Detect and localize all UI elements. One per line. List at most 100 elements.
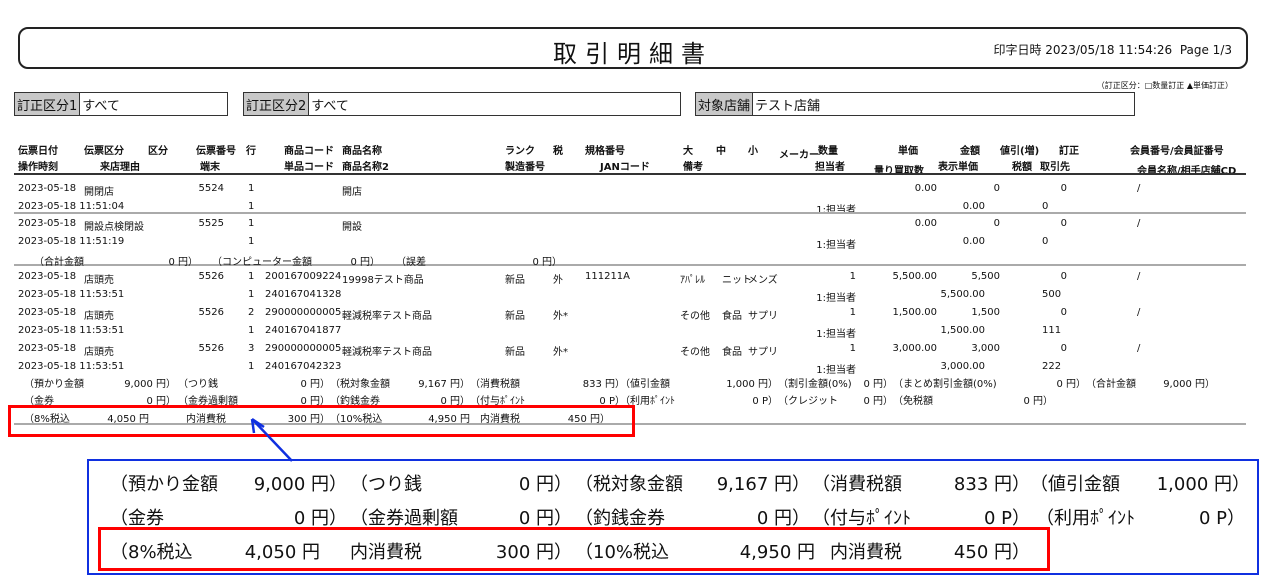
cell-kingaku: 0 [993, 218, 1000, 229]
filter-value: すべて [82, 99, 120, 114]
zoom-summary-field: 4,050 円 [244, 542, 320, 563]
subtotal-v3: 0 円） [532, 257, 562, 268]
zoom-summary-field: 833 円） [953, 474, 1030, 495]
cell-tax: 500 [1042, 289, 1062, 300]
summary-field: 0 円） [1056, 379, 1086, 390]
summary-field: （合計金額 [1086, 379, 1136, 390]
summary-field: （つり銭 [178, 379, 218, 390]
cell-line: 1 [248, 271, 255, 282]
cell-staff: 1:担当者 [816, 329, 856, 340]
cell-kingaku: 3,000 [971, 343, 1000, 354]
column-header: JANコード [600, 162, 650, 173]
column-header: 中 [716, 146, 726, 157]
zoom-summary-field: 450 円） [953, 542, 1030, 563]
title-box: 取引明細書 印字日時 2023/05/18 11:54:26 Page 1/3 [18, 27, 1248, 69]
column-header: 担当者 [815, 162, 845, 173]
cell-date: 2023-05-18 [18, 271, 77, 282]
cell-dai: ｱﾊﾟﾚﾙ [680, 275, 705, 286]
cell-kubun: 店頭売 [84, 347, 114, 358]
filter-correction-2[interactable]: 訂正区分2 すべて [243, 92, 681, 116]
zoom-summary-field: 300 円） [495, 542, 572, 563]
highlight-box-small [8, 405, 635, 437]
cell-rank: 新品 [505, 311, 525, 322]
summary-field: （預かり金額 [24, 379, 84, 390]
cell-kubun: 開設点検閉設 [84, 222, 144, 233]
filter-label: 対象店舗 [696, 93, 754, 115]
cell-dai: その他 [680, 311, 710, 322]
summary-field: 833 円） [582, 379, 625, 390]
cell-line: 2 [248, 307, 255, 318]
cell-name: 軽減税率テスト商品 [342, 347, 432, 358]
zoom-summary-field: 内消費税 [830, 542, 902, 563]
column-header: 行 [246, 146, 256, 157]
cell-slip: 5526 [198, 343, 224, 354]
column-header: 区分 [148, 146, 168, 157]
cell-time: 2023-05-18 11:53:51 [18, 289, 125, 300]
cell-member: / [1137, 183, 1141, 194]
cell-nebiki: 0 [1060, 343, 1067, 354]
summary-field: （割引金額(0%) [778, 379, 852, 390]
cell-disp: 0.00 [962, 236, 985, 247]
cell-sho: メンズ [748, 275, 778, 286]
cell-rank: 新品 [505, 275, 525, 286]
column-header: 値引(増) [1000, 146, 1040, 157]
summary-field: （免税額 [893, 396, 933, 407]
cell-taxk: 外* [553, 311, 568, 322]
summary-field: 1,000 円） [726, 379, 778, 390]
zoom-summary-field: （8%税込 [110, 542, 193, 563]
highlight-box-large [98, 527, 1050, 571]
column-header: 端末 [200, 162, 220, 173]
summary-field: 9,000 円） [124, 379, 176, 390]
summary-field: 0 円） [863, 379, 893, 390]
cell-member: / [1137, 218, 1141, 229]
cell-kingaku: 5,500 [971, 271, 1000, 282]
cell-name: 開設 [342, 222, 362, 233]
cell-tax: 111 [1042, 325, 1062, 336]
column-header: 製造番号 [505, 162, 545, 173]
cell-kikaku: 111211A [585, 271, 631, 282]
cell-sho: サプリ [748, 347, 778, 358]
zoom-summary-field: （値引金額 [1030, 474, 1120, 495]
cell-line: 3 [248, 343, 255, 354]
filter-store[interactable]: 対象店舗 テスト店舗 [695, 92, 1135, 116]
summary-field: （消費税額 [470, 379, 520, 390]
zoom-summary-field: 0 円） [756, 508, 810, 529]
zoom-summary-field: 0 円） [293, 508, 347, 529]
page-number: Page 1/3 [1179, 43, 1232, 57]
column-header: 単品コード [284, 162, 334, 173]
cell-kubun: 開閉店 [84, 187, 114, 198]
column-header: 来店理由 [100, 162, 140, 173]
cell-tanka: 1,500.00 [892, 307, 937, 318]
column-header: 商品名称 [342, 146, 382, 157]
filter-correction-1[interactable]: 訂正区分1 すべて [14, 92, 228, 116]
cell-staff: 1:担当者 [816, 365, 856, 376]
column-header: 伝票日付 [18, 146, 58, 157]
column-header: 金額 [960, 146, 980, 157]
summary-field: （まとめ割引金額(0%) [893, 379, 997, 390]
cell-line: 1 [248, 183, 255, 194]
cell-term: 1 [248, 289, 255, 300]
cell-nebiki: 0 [1060, 271, 1067, 282]
cell-name: 軽減税率テスト商品 [342, 311, 432, 322]
zoom-summary-field: （金券 [110, 508, 164, 529]
row-separator [14, 264, 1246, 266]
zoom-summary-field: 9,000 円） [253, 474, 347, 495]
summary-field: （クレジット [778, 396, 838, 407]
cell-code: 290000000005 [265, 343, 342, 354]
zoom-summary-field: （釣銭金券 [575, 508, 665, 529]
subtotal-l1: （合計金額 [34, 257, 84, 268]
zoom-summary-field: （預かり金額 [110, 474, 218, 495]
zoom-summary-field: 0 P） [1198, 508, 1245, 529]
cell-disp: 1,500.00 [940, 325, 985, 336]
cell-term: 1 [248, 236, 255, 247]
cell-member: / [1137, 343, 1141, 354]
zoom-summary-field: 1,000 円） [1156, 474, 1250, 495]
cell-nebiki: 0 [1060, 218, 1067, 229]
cell-date: 2023-05-18 [18, 307, 77, 318]
zoom-summary-field: （利用ﾎﾟｲﾝﾄ [1036, 508, 1135, 529]
cell-time: 2023-05-18 11:53:51 [18, 325, 125, 336]
column-header: 訂正 [1059, 146, 1079, 157]
cell-code: 290000000005 [265, 307, 342, 318]
summary-field: （税対象金額 [330, 379, 390, 390]
cell-term: 1 [248, 201, 255, 212]
